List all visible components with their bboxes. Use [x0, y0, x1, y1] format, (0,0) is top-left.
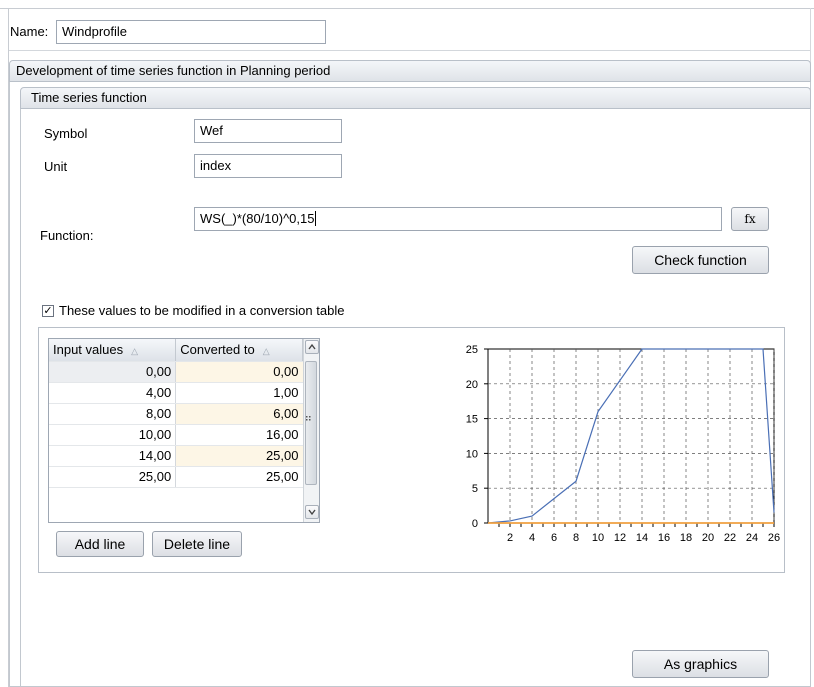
x-tick-label: 2 [507, 532, 513, 544]
development-section-header: Development of time series function in P… [9, 60, 811, 82]
unit-input[interactable]: index [194, 154, 342, 178]
table-row[interactable]: 4,00 1,00 [49, 382, 303, 404]
y-tick-label: 25 [466, 344, 478, 356]
table-header-row: Input values △ Converted to △ [49, 339, 303, 362]
name-label: Name: [10, 24, 49, 39]
table-row[interactable]: 14,00 25,00 [49, 445, 303, 467]
conversion-table-checkbox-label: These values to be modified in a convers… [59, 303, 345, 318]
scroll-down-icon [308, 509, 316, 516]
x-tick-label: 18 [680, 532, 692, 544]
symbol-label: Symbol [44, 126, 88, 141]
resize-grip-icon[interactable] [304, 414, 314, 424]
conversion-table-checkbox[interactable]: ✓ [42, 305, 54, 317]
x-tick-label: 14 [636, 532, 648, 544]
name-divider [9, 50, 810, 51]
plot-area [487, 348, 775, 524]
delete-line-button[interactable]: Delete line [152, 531, 242, 557]
text-cursor [315, 211, 317, 226]
development-section-title: Development of time series function in P… [16, 63, 331, 78]
table-cell[interactable]: 14,00 [49, 445, 177, 467]
y-tick-label: 15 [466, 414, 478, 426]
fx-button[interactable]: fx [731, 207, 769, 231]
x-tick-label: 8 [573, 532, 579, 544]
x-tick-label: 16 [658, 532, 670, 544]
time-series-section-title: Time series function [31, 90, 147, 105]
table-cell[interactable]: 25,00 [175, 466, 303, 488]
add-line-button[interactable]: Add line [56, 531, 144, 557]
table-row[interactable]: 0,00 0,00 [49, 361, 303, 383]
table-vertical-scrollbar[interactable] [303, 339, 319, 522]
x-tick-label: 26 [768, 532, 780, 544]
unit-label: Unit [44, 159, 68, 174]
x-tick-label: 20 [702, 532, 714, 544]
x-tick-label: 12 [614, 532, 626, 544]
conversion-table-grid: Input values △ Converted to △ 0,00 0,00 4,… [49, 339, 303, 488]
column-header-input-values[interactable]: Input values △ [49, 339, 177, 362]
time-series-section-header: Time series function [20, 87, 811, 109]
sort-arrow-icon: △ [131, 346, 139, 357]
window-top-border [0, 8, 814, 9]
x-tick-label: 6 [551, 532, 557, 544]
conversion-table: Input values △ Converted to △ 0,00 0,00 4,… [48, 338, 320, 523]
table-cell[interactable]: 25,00 [49, 466, 177, 488]
check-function-button[interactable]: Check function [632, 246, 769, 274]
scroll-down-button[interactable] [305, 505, 319, 519]
x-tick-label: 10 [592, 532, 604, 544]
sort-arrow-icon: △ [262, 346, 270, 357]
table-cell[interactable]: 0,00 [49, 361, 177, 383]
as-graphics-button[interactable]: As graphics [632, 650, 769, 678]
scroll-up-icon [308, 343, 316, 350]
table-cell[interactable]: 4,00 [49, 382, 177, 404]
y-tick-label: 5 [472, 483, 478, 495]
x-tick-label: 4 [529, 532, 535, 544]
table-cell[interactable]: 6,00 [175, 403, 303, 425]
function-label: Function: [40, 228, 94, 243]
y-tick-label: 20 [466, 379, 478, 391]
scroll-up-button[interactable] [305, 340, 319, 354]
table-cell[interactable]: 8,00 [49, 403, 177, 425]
conversion-chart: 2 4 6 8 10 12 14 16 18 20 22 24 260510152025 [466, 344, 780, 544]
function-input[interactable]: WS(_)*(80/10)^0,15 [194, 207, 722, 231]
function-input-value: WS(_)*(80/10)^0,15 [200, 211, 315, 226]
x-tick-label: 24 [746, 532, 758, 544]
y-tick-label: 0 [472, 518, 478, 530]
table-row[interactable]: 8,00 6,00 [49, 403, 303, 425]
column-header-converted-to[interactable]: Converted to △ [175, 339, 303, 362]
table-cell[interactable]: 16,00 [175, 424, 303, 446]
x-tick-label: 22 [724, 532, 736, 544]
table-cell[interactable]: 25,00 [175, 445, 303, 467]
y-tick-label: 10 [466, 448, 478, 460]
table-row[interactable]: 10,00 16,00 [49, 424, 303, 446]
name-input[interactable]: Windprofile [56, 20, 326, 44]
symbol-input[interactable]: Wef [194, 119, 342, 143]
table-cell[interactable]: 0,00 [175, 361, 303, 383]
table-cell[interactable]: 1,00 [175, 382, 303, 404]
checkmark-icon: ✓ [43, 305, 53, 317]
table-row[interactable]: 25,00 25,00 [49, 466, 303, 488]
table-cell[interactable]: 10,00 [49, 424, 177, 446]
